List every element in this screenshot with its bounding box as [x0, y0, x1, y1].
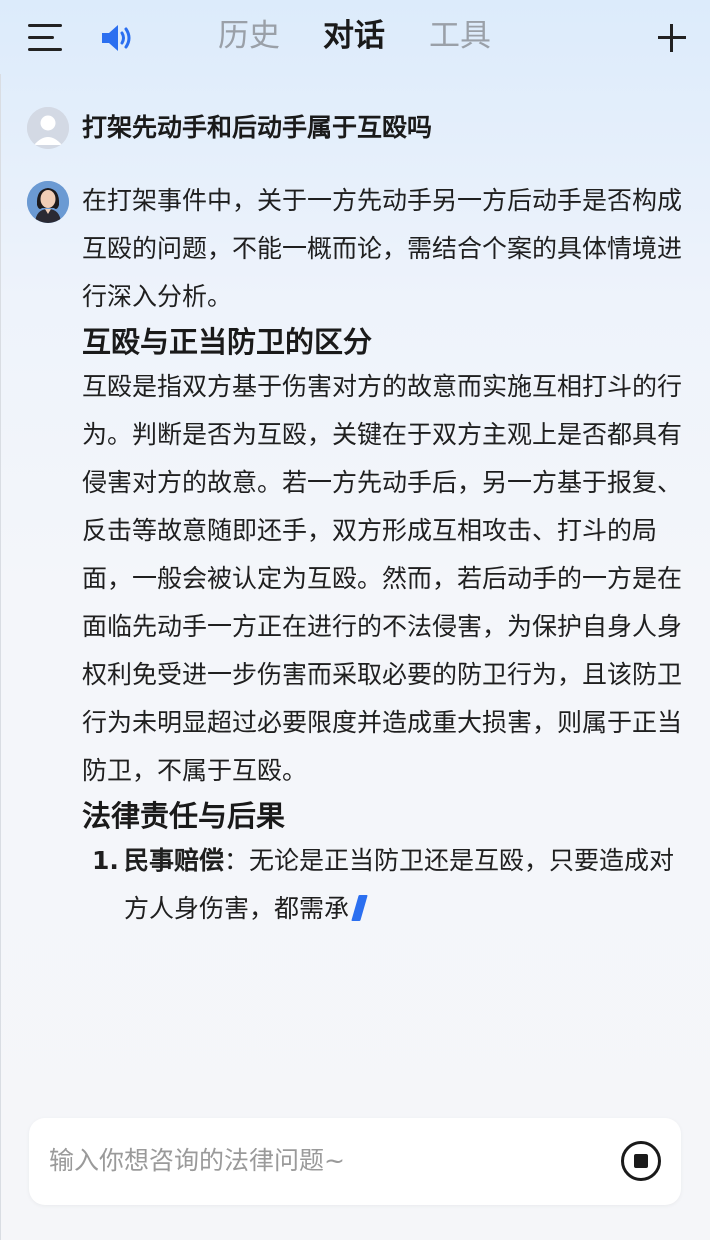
question-input[interactable]: [49, 1138, 609, 1182]
tab-tools[interactable]: 工具: [429, 16, 491, 56]
list-item: 1. 民事赔偿：无论是正当防卫还是互殴，只要造成对方人身伤害，都需承: [82, 837, 682, 933]
section-heading: 互殴与正当防卫的区分: [82, 325, 373, 359]
stop-icon[interactable]: [621, 1141, 661, 1181]
assistant-answer: 在打架事件中，关于一方先动手另一方后动手是否构成互殴的问题，不能一概而论，需结合…: [82, 177, 682, 933]
section-heading: 法律责任与后果: [82, 799, 286, 833]
user-avatar: [27, 107, 69, 149]
typing-cursor: [351, 895, 368, 921]
plus-icon[interactable]: [658, 24, 686, 52]
list-item-title: 民事赔偿: [124, 846, 225, 875]
user-question: 打架先动手和后动手属于互殴吗: [82, 113, 433, 142]
tab-bar: 历史 对话 工具: [0, 0, 710, 74]
answer-intro: 在打架事件中，关于一方先动手另一方后动手是否构成互殴的问题，不能一概而论，需结合…: [82, 186, 683, 311]
top-bar: 历史 对话 工具: [0, 0, 710, 74]
list-item-number: 1.: [92, 846, 119, 875]
chat-input-bar: [29, 1118, 681, 1205]
assistant-avatar: [27, 181, 69, 223]
tab-chat[interactable]: 对话: [323, 16, 385, 56]
tab-history[interactable]: 历史: [218, 16, 280, 56]
answer-list: 1. 民事赔偿：无论是正当防卫还是互殴，只要造成对方人身伤害，都需承: [82, 837, 682, 933]
answer-paragraph: 互殴是指双方基于伤害对方的故意而实施互相打斗的行为。判断是否为互殴，关键在于双方…: [82, 372, 683, 785]
